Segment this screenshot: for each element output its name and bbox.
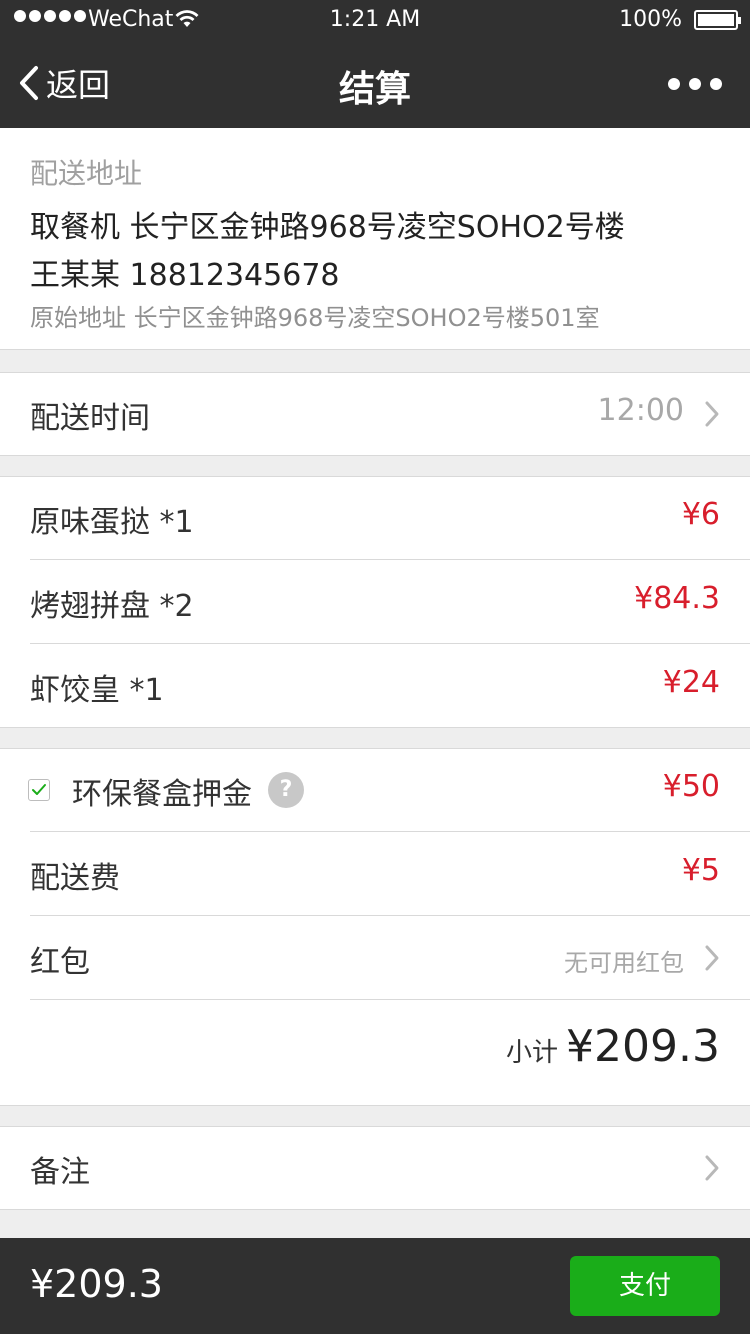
item-price: ¥6 <box>681 497 720 532</box>
box-deposit-row: 环保餐盒押金 ? ¥50 <box>0 749 750 831</box>
address-contact: 王某某 18812345678 <box>30 258 340 293</box>
divider <box>30 643 750 644</box>
subtotal: 小计 ¥209.3 <box>506 1021 720 1072</box>
delivery-time-label: 配送时间 <box>30 401 150 436</box>
divider <box>30 999 750 1000</box>
subtotal-value: ¥209.3 <box>566 1021 720 1072</box>
battery-percent: 100% <box>619 7 682 32</box>
page-title: 结算 <box>338 69 411 110</box>
box-deposit-price: ¥50 <box>662 769 720 804</box>
divider <box>30 831 750 832</box>
order-items-section: 原味蛋挞 *1 ¥6 烤翅拼盘 *2 ¥84.3 虾饺皇 *1 ¥24 <box>0 476 750 728</box>
list-item: 原味蛋挞 *1 ¥6 <box>0 477 750 559</box>
item-price: ¥84.3 <box>634 581 720 616</box>
address-main: 取餐机 长宁区金钟路968号凌空SOHO2号楼 <box>30 210 625 245</box>
divider <box>30 559 750 560</box>
note-section: 备注 <box>0 1126 750 1210</box>
address-original: 原始地址 长宁区金钟路968号凌空SOHO2号楼501室 <box>30 304 600 332</box>
delivery-address-section: 配送地址 取餐机 长宁区金钟路968号凌空SOHO2号楼 王某某 1881234… <box>0 128 750 350</box>
chevron-right-icon <box>705 401 719 427</box>
subtotal-label: 小计 <box>506 1038 559 1068</box>
check-icon <box>32 784 46 795</box>
fees-section: 环保餐盒押金 ? ¥50 配送费 ¥5 红包 无可用红包 小计 ¥209.3 <box>0 748 750 1106</box>
chevron-right-icon <box>705 1155 719 1181</box>
box-deposit-checkbox[interactable] <box>28 779 50 801</box>
pay-button[interactable]: 支付 <box>570 1256 720 1316</box>
chevron-right-icon <box>705 945 719 971</box>
delivery-time-row[interactable]: 配送时间 12:00 <box>0 373 750 455</box>
item-name: 原味蛋挞 *1 <box>30 505 194 540</box>
checkout-footer: ¥209.3 支付 <box>0 1238 750 1334</box>
box-deposit-label: 环保餐盒押金 <box>72 777 252 812</box>
red-packet-label: 红包 <box>30 945 90 980</box>
delivery-fee-label: 配送费 <box>30 861 120 896</box>
delivery-fee-row: 配送费 ¥5 <box>0 833 750 915</box>
note-label: 备注 <box>30 1155 90 1190</box>
item-name: 烤翅拼盘 *2 <box>30 589 194 624</box>
more-options-icon[interactable] <box>668 78 722 90</box>
delivery-fee-price: ¥5 <box>681 853 720 888</box>
navigation-bar: 返回 结算 <box>0 40 750 128</box>
battery-icon <box>694 10 741 30</box>
red-packet-row[interactable]: 红包 无可用红包 <box>0 917 750 999</box>
item-price: ¥24 <box>662 665 720 700</box>
delivery-time-section: 配送时间 12:00 <box>0 372 750 456</box>
status-bar: WeChat 1:21 AM 100% <box>0 0 750 40</box>
item-name: 虾饺皇 *1 <box>30 673 164 708</box>
red-packet-value: 无可用红包 <box>564 949 684 977</box>
list-item: 虾饺皇 *1 ¥24 <box>0 645 750 727</box>
delivery-time-value: 12:00 <box>597 393 684 428</box>
help-icon[interactable]: ? <box>268 772 304 808</box>
list-item: 烤翅拼盘 *2 ¥84.3 <box>0 561 750 643</box>
address-section-label: 配送地址 <box>30 157 143 190</box>
order-total: ¥209.3 <box>30 1262 163 1306</box>
subtotal-row: 小计 ¥209.3 <box>0 1001 750 1105</box>
divider <box>30 915 750 916</box>
note-row[interactable]: 备注 <box>0 1127 750 1209</box>
